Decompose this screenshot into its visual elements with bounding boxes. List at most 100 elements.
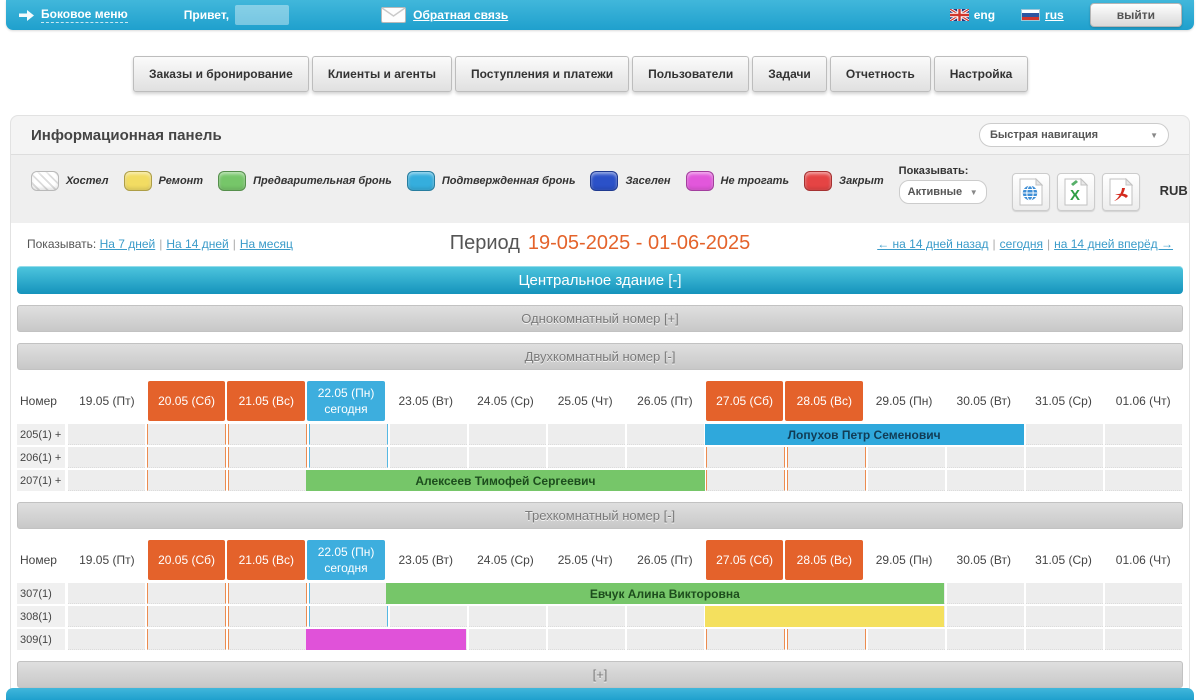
feedback-link[interactable]: Обратная связь: [413, 8, 508, 22]
day-cell[interactable]: [309, 424, 388, 445]
day-cell[interactable]: [147, 424, 226, 445]
excel-export-icon[interactable]: X: [1057, 173, 1095, 211]
day-cell[interactable]: [868, 629, 945, 650]
day-cell[interactable]: [1026, 424, 1103, 445]
day-cell[interactable]: [947, 629, 1024, 650]
lang-eng-link[interactable]: eng: [974, 8, 995, 22]
day-cell[interactable]: [1105, 424, 1182, 445]
day-cell[interactable]: [706, 470, 785, 491]
ru-flag-icon[interactable]: [1021, 9, 1040, 21]
section-banner-two-room[interactable]: Двухкомнатный номер [-]: [17, 343, 1183, 370]
day-cell[interactable]: [627, 629, 704, 650]
day-cell[interactable]: [309, 606, 388, 627]
nav-tab-6[interactable]: Отчетность: [830, 56, 931, 92]
day-cell[interactable]: [68, 606, 145, 627]
day-cell[interactable]: [1105, 470, 1182, 491]
nav-tab-7[interactable]: Настройка: [934, 56, 1029, 92]
range-link-1[interactable]: На 7 дней: [100, 237, 156, 251]
day-cell[interactable]: [627, 424, 704, 445]
period-back-link[interactable]: ← на 14 дней назад: [877, 237, 988, 251]
nav-tab-2[interactable]: Клиенты и агенты: [312, 56, 452, 92]
day-cell[interactable]: [309, 583, 388, 604]
period-forward-link[interactable]: на 14 дней вперёд →: [1054, 237, 1173, 251]
day-cell[interactable]: [868, 447, 945, 468]
day-cell[interactable]: [228, 447, 307, 468]
logout-button[interactable]: выйти: [1090, 3, 1182, 27]
day-cell[interactable]: [469, 606, 546, 627]
section-banner-three-room[interactable]: Трехкомнатный номер [-]: [17, 502, 1183, 529]
day-cell[interactable]: [147, 447, 226, 468]
nav-tab-1[interactable]: Заказы и бронирование: [133, 56, 309, 92]
uk-flag-icon[interactable]: [950, 9, 969, 21]
range-link-3[interactable]: На месяц: [240, 237, 293, 251]
day-cell[interactable]: [787, 629, 866, 650]
booking-bar-dnd[interactable]: [306, 629, 465, 650]
nav-tab-4[interactable]: Пользователи: [632, 56, 749, 92]
day-cell[interactable]: [548, 424, 625, 445]
lang-rus-link[interactable]: rus: [1045, 8, 1064, 22]
booking-bar-preliminary[interactable]: Алексеев Тимофей Сергеевич: [306, 470, 705, 491]
day-cell[interactable]: [390, 424, 467, 445]
nav-tab-5[interactable]: Задачи: [752, 56, 827, 92]
section-banner-more[interactable]: [+]: [17, 661, 1183, 688]
day-cell[interactable]: [68, 583, 145, 604]
day-cell[interactable]: [1026, 629, 1103, 650]
section-banner-one-room[interactable]: Однокомнатный номер [+]: [17, 305, 1183, 332]
day-cell[interactable]: [469, 629, 546, 650]
day-cell[interactable]: [787, 447, 866, 468]
day-cell[interactable]: [228, 629, 307, 650]
room-label[interactable]: 206(1) +: [17, 447, 65, 468]
booking-bar-repair[interactable]: [705, 606, 944, 627]
day-cell[interactable]: [309, 447, 388, 468]
day-cell[interactable]: [228, 583, 307, 604]
pdf-export-icon[interactable]: [1102, 173, 1140, 211]
day-cell[interactable]: [548, 447, 625, 468]
day-cell[interactable]: [787, 470, 866, 491]
room-label[interactable]: 207(1) +: [17, 470, 65, 491]
day-cell[interactable]: [627, 606, 704, 627]
day-cell[interactable]: [228, 470, 307, 491]
booking-bar-confirmed[interactable]: Лопухов Петр Семенович: [705, 424, 1024, 445]
room-label[interactable]: 308(1): [17, 606, 65, 627]
day-cell[interactable]: [1105, 447, 1182, 468]
day-cell[interactable]: [147, 583, 226, 604]
day-cell[interactable]: [147, 470, 226, 491]
day-cell[interactable]: [947, 606, 1024, 627]
day-cell[interactable]: [68, 424, 145, 445]
room-label[interactable]: 307(1): [17, 583, 65, 604]
room-label[interactable]: 205(1) +: [17, 424, 65, 445]
day-cell[interactable]: [147, 606, 226, 627]
day-cell[interactable]: [1026, 470, 1103, 491]
day-cell[interactable]: [868, 470, 945, 491]
day-cell[interactable]: [947, 447, 1024, 468]
day-cell[interactable]: [68, 629, 145, 650]
day-cell[interactable]: [706, 447, 785, 468]
day-cell[interactable]: [68, 470, 145, 491]
day-cell[interactable]: [1105, 583, 1182, 604]
day-cell[interactable]: [390, 447, 467, 468]
day-cell[interactable]: [147, 629, 226, 650]
side-menu-link[interactable]: Боковое меню: [41, 7, 128, 23]
day-cell[interactable]: [390, 606, 467, 627]
day-cell[interactable]: [947, 583, 1024, 604]
day-cell[interactable]: [228, 424, 307, 445]
nav-tab-3[interactable]: Поступления и платежи: [455, 56, 629, 92]
room-label[interactable]: 309(1): [17, 629, 65, 650]
building-banner[interactable]: Центральное здание [-]: [17, 266, 1183, 294]
booking-bar-preliminary[interactable]: Евчук Алина Викторовна: [386, 583, 944, 604]
day-cell[interactable]: [1026, 447, 1103, 468]
day-cell[interactable]: [469, 447, 546, 468]
day-cell[interactable]: [548, 606, 625, 627]
day-cell[interactable]: [706, 629, 785, 650]
day-cell[interactable]: [947, 470, 1024, 491]
day-cell[interactable]: [548, 629, 625, 650]
range-link-2[interactable]: На 14 дней: [166, 237, 228, 251]
day-cell[interactable]: [469, 424, 546, 445]
show-filter-select[interactable]: Активные ▼: [899, 180, 987, 204]
day-cell[interactable]: [68, 447, 145, 468]
day-cell[interactable]: [1026, 606, 1103, 627]
quick-nav-select[interactable]: Быстрая навигация ▼: [979, 123, 1169, 147]
day-cell[interactable]: [1105, 606, 1182, 627]
html-export-icon[interactable]: [1012, 173, 1050, 211]
period-today-link[interactable]: сегодня: [1000, 237, 1043, 251]
